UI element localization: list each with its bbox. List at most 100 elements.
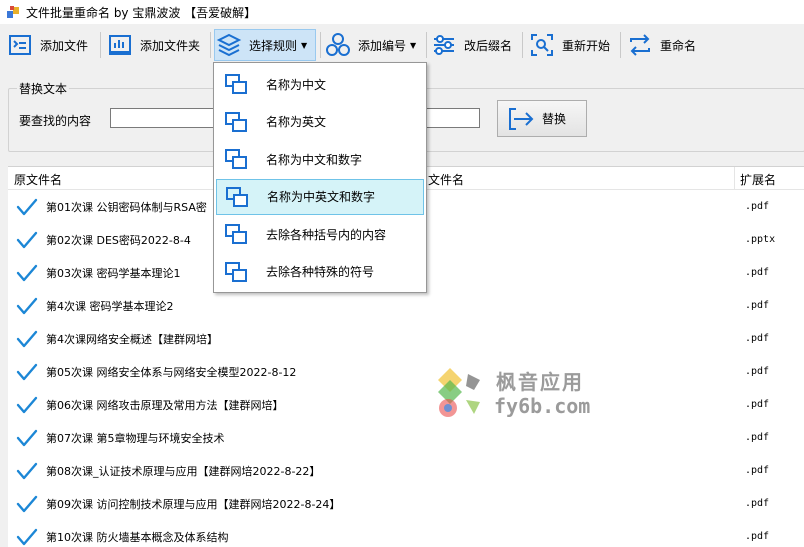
add-file-icon — [6, 31, 34, 59]
toolbar-separator — [320, 32, 321, 58]
original-file-name: 第07次课 第5章物理与环境安全技术 — [46, 432, 225, 445]
add-file-label: 添加文件 — [40, 38, 89, 53]
rule-icon — [223, 183, 251, 211]
select-rule-button[interactable]: 选择规则 ▼ — [214, 29, 316, 61]
checkmark-icon — [16, 297, 38, 315]
replace-arrow-icon — [509, 107, 534, 130]
file-extension: .pdf — [745, 399, 770, 410]
rename-label: 重命名 — [660, 38, 697, 53]
rule-menu-label: 名称为中文 — [266, 77, 327, 92]
watermark-url: fy6b.com — [494, 394, 591, 418]
file-extension: .pdf — [745, 267, 770, 278]
original-file-name: 第02次课 DES密码2022-8-4 — [46, 234, 191, 247]
find-label: 要查找的内容 — [19, 114, 92, 128]
rule-menu-item[interactable]: 去除各种括号内的内容 — [216, 216, 424, 252]
scan-search-icon — [528, 31, 556, 59]
select-rule-menu: 名称为中文名称为英文名称为中文和数字 名称为中英文和数字 去除各种括号内的内容 去除各… — [213, 62, 427, 293]
original-file-name: 第10次课 防火墙基本概念及体系结构 — [46, 531, 229, 544]
rule-menu-item[interactable]: 去除各种特殊的符号 — [216, 254, 424, 290]
table-row[interactable]: 第05次课 网络安全体系与网络安全模型2022-8-12 .pdf — [8, 356, 804, 389]
add-number-button[interactable]: 添加编号 ▼ — [324, 29, 416, 61]
column-new-name[interactable]: 文件名 — [428, 171, 464, 188]
original-file-name: 第4次课 密码学基本理论2 — [46, 300, 174, 313]
rule-icon — [222, 108, 250, 136]
original-file-name: 第01次课 公钥密码体制与RSA密 — [46, 201, 207, 214]
original-file-name: 第05次课 网络安全体系与网络安全模型2022-8-12 — [46, 366, 297, 379]
add-folder-icon — [106, 31, 134, 59]
replace-label: 替换 — [542, 112, 567, 126]
table-row[interactable]: 第10次课 防火墙基本概念及体系结构 .pdf — [8, 521, 804, 547]
table-row[interactable]: 第09次课 访问控制技术原理与应用【建群网培2022-8-24】 .pdf — [8, 488, 804, 521]
checkmark-icon — [16, 495, 38, 513]
hexagons-icon — [324, 31, 352, 59]
restart-button[interactable]: 重新开始 — [528, 29, 610, 61]
rule-icon — [222, 145, 250, 173]
column-divider[interactable] — [734, 167, 735, 189]
change-extension-label: 改后缀名 — [464, 38, 513, 53]
add-file-button[interactable]: 添加文件 — [6, 29, 88, 61]
table-row[interactable]: 第07次课 第5章物理与环境安全技术 .pdf — [8, 422, 804, 455]
add-number-label: 添加编号 — [358, 38, 407, 53]
rule-menu-item[interactable]: 名称为中文和数字 — [216, 141, 424, 177]
chevron-down-icon: ▼ — [301, 40, 308, 50]
toolbar-separator — [426, 32, 427, 58]
replace-text-legend: 替换文本 — [17, 80, 70, 97]
checkmark-icon — [16, 330, 38, 348]
select-rule-label: 选择规则 — [249, 38, 298, 53]
rule-icon — [222, 258, 250, 286]
table-row[interactable]: 第06次课 网络攻击原理及常用方法【建群网培】 .pdf — [8, 389, 804, 422]
rule-icon — [222, 70, 250, 98]
file-extension: .pptx — [745, 234, 776, 245]
column-original-name[interactable]: 原文件名 — [14, 171, 62, 188]
toolbar: 添加文件 添加文件夹 选择规则 ▼ 添加编号 ▼ 改后缀名 重新开始 重命名 — [0, 26, 804, 64]
rule-menu-label: 名称为中英文和数字 — [267, 190, 376, 204]
replace-button[interactable]: 替换 — [497, 100, 587, 137]
file-extension: .pdf — [745, 465, 770, 476]
file-extension: .pdf — [745, 531, 770, 542]
file-extension: .pdf — [745, 366, 770, 377]
column-extension[interactable]: 扩展名 — [740, 171, 776, 188]
table-row[interactable]: 第4次课网络安全概述【建群网培】 .pdf — [8, 323, 804, 356]
checkmark-icon — [16, 264, 38, 282]
rule-icon — [222, 220, 250, 248]
swap-arrows-icon — [626, 31, 654, 59]
original-file-name: 第06次课 网络攻击原理及常用方法【建群网培】 — [46, 399, 284, 412]
layers-icon — [215, 31, 243, 59]
checkmark-icon — [16, 363, 38, 381]
checkmark-icon — [16, 396, 38, 414]
restart-label: 重新开始 — [562, 38, 611, 53]
toolbar-separator — [210, 32, 211, 58]
window-title: 文件批量重命名 by 宝鼎波波 【吾爱破解】 — [26, 6, 257, 20]
rule-menu-label: 名称为英文 — [266, 115, 327, 129]
add-folder-label: 添加文件夹 — [140, 38, 201, 53]
table-row[interactable]: 第08次课_认证技术原理与应用【建群网培2022-8-22】 .pdf — [8, 455, 804, 488]
rule-menu-label: 去除各种括号内的内容 — [266, 227, 387, 242]
rule-menu-item[interactable]: 名称为中文 — [216, 66, 424, 102]
chevron-down-icon: ▼ — [410, 40, 417, 50]
checkmark-icon — [16, 231, 38, 249]
file-extension: .pdf — [745, 498, 770, 509]
table-row[interactable]: 第4次课 密码学基本理论2 .pdf — [8, 290, 804, 323]
title-bar: 文件批量重命名 by 宝鼎波波 【吾爱破解】 — [0, 0, 804, 24]
checkmark-icon — [16, 462, 38, 480]
watermark-logo — [438, 368, 480, 417]
checkmark-icon — [16, 198, 38, 216]
file-extension: .pdf — [745, 333, 770, 344]
add-folder-button[interactable]: 添加文件夹 — [106, 29, 200, 61]
rule-menu-item[interactable]: 名称为中英文和数字 — [216, 178, 424, 215]
rename-button[interactable]: 重命名 — [626, 29, 696, 61]
file-extension: .pdf — [745, 432, 770, 443]
rule-menu-label: 名称为中文和数字 — [266, 152, 363, 167]
original-file-name: 第03次课 密码学基本理论1 — [46, 267, 181, 280]
checkmark-icon — [16, 429, 38, 447]
rule-menu-label: 去除各种特殊的符号 — [266, 265, 375, 279]
toolbar-separator — [100, 32, 101, 58]
rule-menu-item[interactable]: 名称为英文 — [216, 104, 424, 140]
checkmark-icon — [16, 528, 38, 546]
original-file-name: 第4次课网络安全概述【建群网培】 — [46, 333, 218, 346]
file-extension: .pdf — [745, 300, 770, 311]
app-icon — [7, 6, 19, 18]
toolbar-separator — [620, 32, 621, 58]
change-extension-button[interactable]: 改后缀名 — [430, 29, 512, 61]
sliders-icon — [430, 31, 458, 59]
